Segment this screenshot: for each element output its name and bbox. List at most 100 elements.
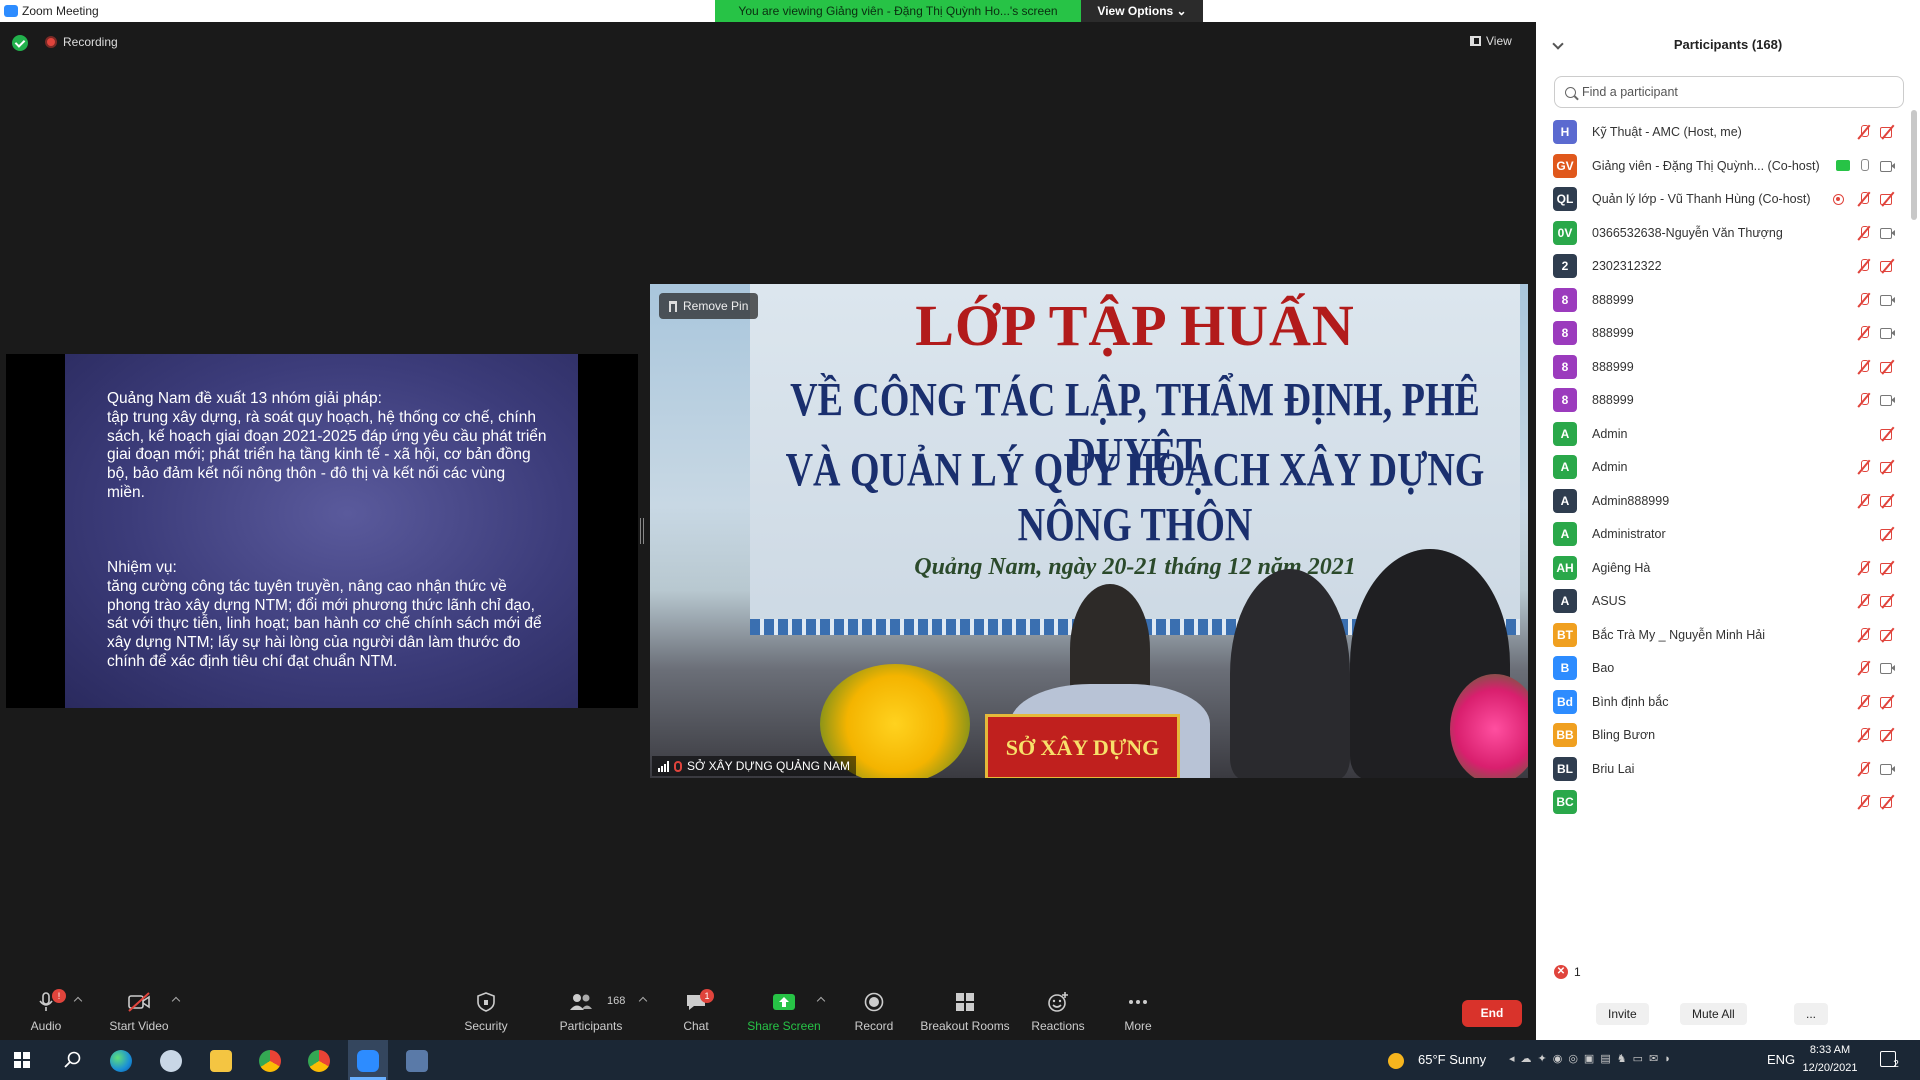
record-dot-icon (45, 36, 57, 48)
camera-icon[interactable] (1880, 762, 1896, 776)
camera-icon[interactable] (1880, 159, 1896, 173)
mute-all-button[interactable]: Mute All (1680, 1003, 1747, 1025)
language-indicator[interactable]: ENG (1767, 1052, 1795, 1067)
camera-icon[interactable] (1880, 293, 1896, 307)
mic-muted-icon[interactable] (1856, 259, 1872, 273)
security-button[interactable]: Security (455, 980, 517, 1040)
participant-name: 888999 (1592, 326, 1634, 340)
app-window-icon[interactable] (406, 1050, 428, 1072)
chrome-icon[interactable] (259, 1050, 281, 1072)
camera-off-icon[interactable] (1880, 460, 1896, 474)
mic-icon[interactable] (1856, 158, 1872, 173)
error-indicator[interactable]: ✕ 1 (1554, 965, 1581, 979)
reactions-button[interactable]: Reactions (1026, 980, 1090, 1040)
participants-button[interactable]: 168 Participants (555, 980, 627, 1040)
mic-muted-icon[interactable] (1856, 460, 1872, 474)
camera-off-icon[interactable] (1880, 728, 1896, 742)
avatar: 2 (1553, 254, 1577, 278)
recording-icon (1833, 194, 1844, 205)
clock-time[interactable]: 8:33 AM (1800, 1044, 1860, 1056)
app-icon-2[interactable] (160, 1050, 182, 1072)
more-options-button[interactable]: ... (1794, 1003, 1829, 1025)
share-screen-button[interactable]: Share Screen (742, 980, 826, 1040)
split-view-divider[interactable] (640, 518, 644, 544)
more-button[interactable]: More (1110, 980, 1166, 1040)
view-options-button[interactable]: View Options ⌄ (1081, 0, 1203, 22)
avatar: H (1553, 120, 1577, 144)
shield-icon (477, 992, 495, 1012)
camera-icon[interactable] (1880, 326, 1896, 340)
people-icon (570, 994, 592, 1010)
participants-panel: Participants (168) Find a participant H K… (1536, 0, 1920, 1040)
smiley-icon (1048, 992, 1068, 1012)
camera-off-icon[interactable] (1880, 695, 1896, 709)
mic-muted-icon[interactable] (1856, 661, 1872, 675)
encryption-shield-icon[interactable] (12, 35, 28, 51)
avatar: A (1553, 455, 1577, 479)
mic-muted-icon[interactable] (1856, 795, 1872, 809)
chrome-profile-icon[interactable] (308, 1050, 330, 1072)
pinned-video[interactable]: LỚP TẬP HUẤN VỀ CÔNG TÁC LẬP, THẨM ĐỊNH,… (650, 284, 1528, 778)
mic-muted-icon[interactable] (1856, 359, 1872, 374)
camera-off-icon[interactable] (1880, 594, 1896, 608)
chat-button[interactable]: 1 Chat (670, 980, 722, 1040)
mic-muted-icon[interactable] (1856, 761, 1872, 776)
avatar: AH (1553, 555, 1577, 580)
camera-icon[interactable] (1880, 661, 1896, 675)
camera-off-icon[interactable] (1880, 494, 1896, 508)
edge-browser-icon[interactable] (110, 1050, 132, 1072)
participant-row[interactable]: BC (1536, 782, 1912, 823)
weather-sun-icon[interactable] (1388, 1053, 1404, 1069)
participant-name: Quản lý lớp - Vũ Thanh Hùng (Co-host) (1592, 192, 1811, 206)
camera-off-icon[interactable] (1880, 125, 1896, 139)
mic-muted-icon[interactable] (1856, 292, 1872, 307)
view-layout-button[interactable]: View (1470, 34, 1512, 48)
view-label: View (1486, 34, 1512, 48)
participants-scrollbar[interactable] (1911, 110, 1917, 220)
mic-muted-icon[interactable] (1856, 493, 1872, 508)
weather-text[interactable]: 65°F Sunny (1418, 1052, 1486, 1067)
zoom-taskbar-icon[interactable] (357, 1050, 379, 1072)
mic-muted-icon[interactable] (1856, 728, 1872, 742)
clock-date[interactable]: 12/20/2021 (1800, 1062, 1860, 1074)
camera-off-icon[interactable] (1880, 561, 1896, 575)
mic-muted-icon[interactable] (1856, 627, 1872, 642)
camera-off-icon[interactable] (1880, 628, 1896, 642)
tray-icons[interactable]: ◂☁✦◉◎▣▤♞▭✉◗ (1509, 1052, 1677, 1065)
camera-icon[interactable] (1880, 226, 1896, 240)
windows-start-icon[interactable] (14, 1052, 30, 1068)
mic-muted-icon[interactable] (1856, 192, 1872, 206)
mic-muted-icon[interactable] (1856, 326, 1872, 340)
remove-pin-button[interactable]: Remove Pin (659, 293, 759, 319)
recording-indicator[interactable]: Recording (45, 35, 118, 49)
camera-off-icon[interactable] (1880, 795, 1896, 809)
mic-muted-icon[interactable] (1856, 393, 1872, 407)
pin-icon (669, 300, 677, 312)
camera-off-icon[interactable] (1880, 192, 1896, 206)
file-explorer-icon[interactable] (210, 1050, 232, 1072)
participants-list[interactable]: H Kỹ Thuật - AMC (Host, me) GV Giảng viên -… (1536, 112, 1920, 950)
end-meeting-button[interactable]: End (1462, 1000, 1522, 1027)
windows-taskbar: 65°F Sunny ◂☁✦◉◎▣▤♞▭✉◗ ENG 8:33 AM 12/20… (0, 1040, 1920, 1080)
camera-off-icon[interactable] (1880, 360, 1896, 374)
audio-warning-badge: ! (52, 989, 66, 1003)
camera-off-icon[interactable] (1880, 527, 1896, 541)
participant-search-input[interactable]: Find a participant (1554, 76, 1904, 108)
record-button[interactable]: Record (846, 980, 902, 1040)
start-video-button[interactable]: Start Video (102, 980, 176, 1040)
audio-button[interactable]: ! Audio (14, 980, 78, 1040)
mic-muted-icon[interactable] (1856, 594, 1872, 608)
mic-muted-icon[interactable] (1856, 560, 1872, 575)
participant-name: 888999 (1592, 359, 1634, 374)
mic-muted-icon[interactable] (1856, 694, 1872, 709)
ellipsis-icon (1129, 1000, 1147, 1004)
mic-muted-icon[interactable] (1856, 125, 1872, 139)
mic-muted-icon[interactable] (1856, 225, 1872, 240)
camera-off-icon[interactable] (1880, 259, 1896, 273)
search-icon[interactable] (64, 1051, 82, 1069)
breakout-rooms-button[interactable]: Breakout Rooms (920, 980, 1010, 1040)
camera-icon[interactable] (1880, 393, 1896, 407)
invite-button[interactable]: Invite (1596, 1003, 1649, 1025)
participants-options-caret[interactable] (638, 996, 648, 1006)
camera-off-icon[interactable] (1880, 427, 1896, 441)
